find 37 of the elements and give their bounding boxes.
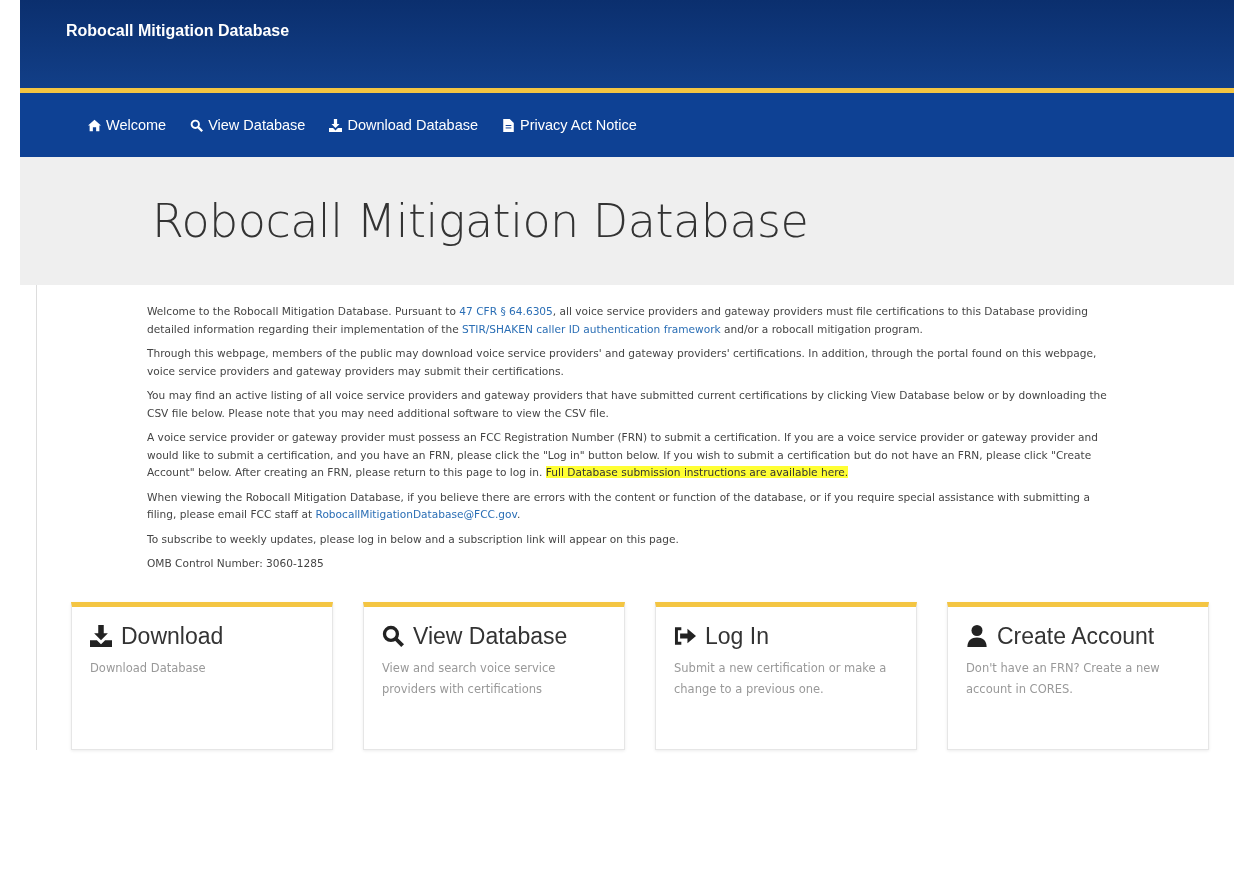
paragraph: Welcome to the Robocall Mitigation Database. Pursuant to 47 CFR § 64.6305, all voice service providers and gateway providers must file certifications to this Database providing detailed information regarding their implementation of the STIR/SHAKEN caller ID authentication framework and/or a robocall mitigation program. (147, 304, 1089, 337)
paragraph: When viewing the Robocall Mitigation Database, if you believe there are errors with the content or function of the database, or if you require special assistance with submitting a filing, please email FCC staff at RobocallMitigationDatabase@FCC.gov. (147, 489, 1091, 522)
action-card[interactable]: Create Account Don't have an FRN? Create a new account in CORES. (947, 601, 1209, 750)
card-title: Create Account (997, 622, 1155, 650)
paragraph: OMB Control Number: 3060-1285 (147, 556, 325, 571)
text-link[interactable]: STIR/SHAKEN caller ID authentication framework (462, 322, 721, 335)
download-icon (329, 118, 343, 132)
search-icon (190, 118, 204, 132)
highlighted-link[interactable]: Full Database submission instructions are available here. (545, 466, 849, 478)
card-description: Don't have an FRN? Create a new account in CORES. (966, 659, 1161, 698)
nav-link[interactable]: Download Database (329, 117, 479, 133)
user-icon (966, 625, 988, 647)
text-link[interactable]: 47 CFR § 64.6305 (459, 305, 553, 317)
site-title[interactable]: Robocall Mitigation Database (66, 22, 290, 40)
action-card[interactable]: Download Download Database (71, 601, 333, 750)
paragraph: Through this webpage, members of the public may download voice service providers' and gateway providers' certifications. In addition, through the portal found on this webpage, voice service providers and gateway providers may submit their certifications. (147, 346, 1098, 379)
page-title: Robocall Mitigation Database (152, 194, 809, 248)
action-card[interactable]: Log In Submit a new certification or make a change to a previous one. (655, 601, 917, 750)
login-icon (674, 625, 696, 647)
card-description: Submit a new certification or make a change to a previous one. (674, 659, 888, 698)
action-card[interactable]: View Database View and search voice service providers with certifications (363, 601, 625, 750)
document-icon (502, 118, 516, 132)
card-title: Log In (705, 622, 769, 650)
card-title: View Database (413, 622, 568, 650)
text-link[interactable]: RobocallMitigationDatabase@FCC.gov (315, 508, 517, 520)
card-description: View and search voice service providers with certifications (382, 659, 557, 698)
card-title: Download (121, 622, 224, 650)
paragraph: A voice service provider or gateway provider must possess an FCC Registration Number (FRN) to submit a certification. If you are a voice service provider or gateway provider and would like to submit a certification, and you have an FRN, please click the "Log in" button below. If you wish to submit a certification but do not have an FRN, please click "Create Account" below. After creating an FRN, please return to this page to log in. Full Database submission instructions are available here. (147, 430, 1099, 480)
paragraph: To subscribe to weekly updates, please log in below and a subscription link will appear on this page. (147, 531, 680, 547)
download-icon (90, 625, 112, 647)
nav-link[interactable]: View Database (190, 117, 306, 133)
home-icon (88, 118, 101, 132)
paragraph: You may find an active listing of all voice service providers and gateway providers that have submitted current certifications by clicking View Database below or by downloading the CSV file below. Please note that you may need additional software to view the CSV file. (147, 388, 1108, 421)
search-icon (382, 625, 404, 647)
card-description: Download Database (90, 659, 207, 677)
nav-link[interactable]: Welcome (88, 117, 167, 133)
nav-link[interactable]: Privacy Act Notice (502, 117, 637, 133)
